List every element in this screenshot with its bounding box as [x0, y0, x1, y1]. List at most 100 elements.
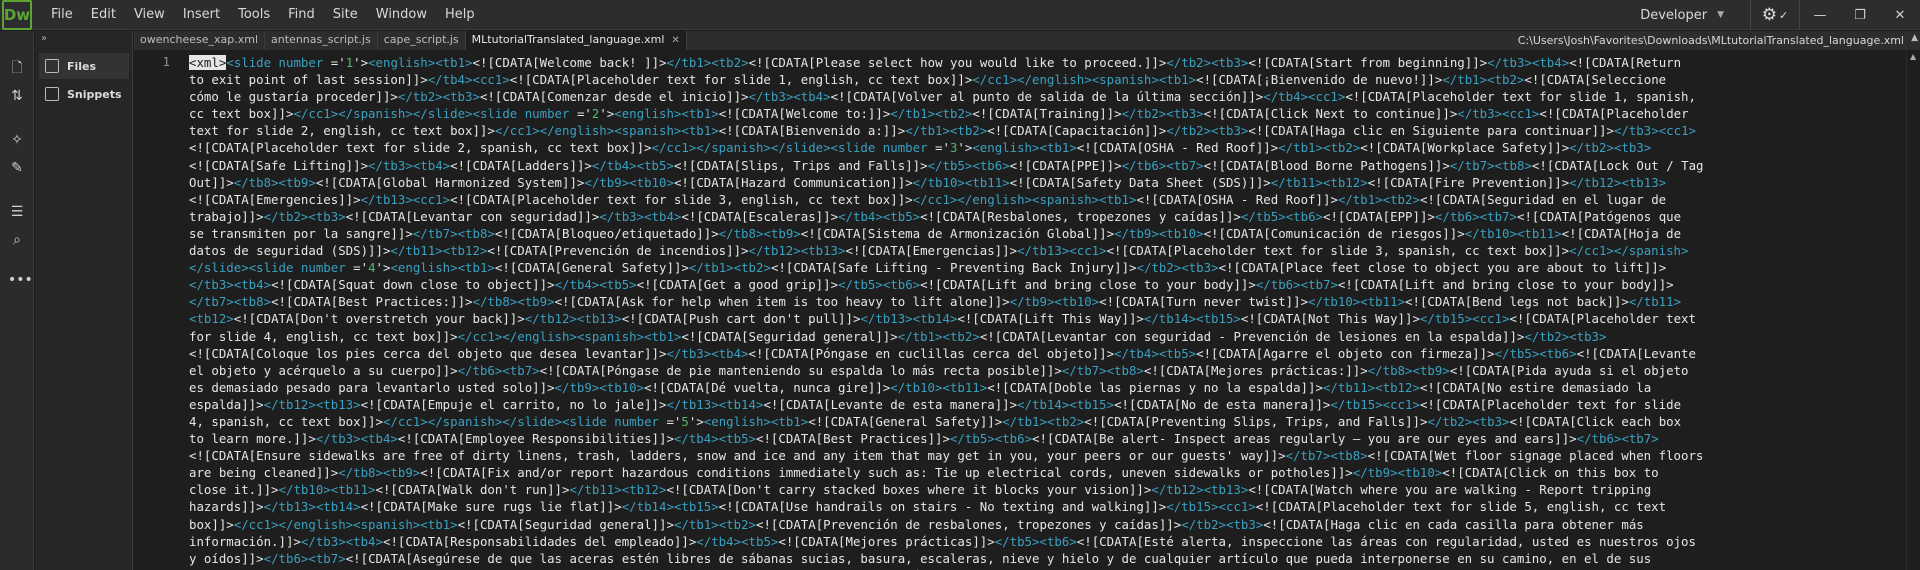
code-token: <![CDATA[Póngase de pie manteniendo su e…	[539, 362, 1062, 378]
code-token: </english>	[502, 328, 577, 344]
code-token: <![CDATA[Don't carry stacked boxes where…	[666, 482, 1152, 498]
code-token: </tb3>	[1613, 123, 1659, 139]
code-content[interactable]: <xml><slide number ='1'><english><tb1><!…	[189, 54, 1904, 570]
tab-label: cape_script.js	[383, 33, 459, 46]
code-token: <![CDATA[Volver al punto de salida de la…	[830, 89, 1264, 105]
code-token: <![CDATA[Dé vuelta, nunca gire]]>	[644, 379, 891, 395]
code-token: <![CDATA[Lock Out / Tag	[1531, 157, 1704, 173]
code-token: <![CDATA[Placeholder text for slide 1, s…	[1345, 89, 1696, 105]
code-token: <tb4>	[233, 277, 272, 293]
code-token: </tb10>	[278, 482, 331, 498]
vertical-scrollbar[interactable]: ▲	[1906, 50, 1920, 570]
workspace-switcher[interactable]: Developer ▼	[1640, 8, 1750, 23]
code-token: <tb2>	[935, 106, 973, 122]
menu-bar: Dw File Edit View Insert Tools Find Site Window…	[0, 0, 1920, 30]
code-token: <tb3>	[1226, 516, 1264, 532]
code-token: <![CDATA[Placeholder text for slide 5, e…	[1255, 499, 1667, 515]
code-token: <tb1>	[420, 516, 458, 532]
comment-icon[interactable]: ☰	[8, 203, 26, 221]
code-token: </tb4>	[673, 431, 719, 447]
code-token: <![CDATA[Levante	[1576, 345, 1696, 361]
code-token: are being cleaned]]>	[189, 465, 339, 481]
code-token: <![CDATA[General Safety]]>	[808, 413, 1003, 429]
menu-view[interactable]: View	[125, 0, 174, 30]
panel-item-snippets[interactable]: Snippets	[39, 81, 129, 107]
code-token: <tb4>	[793, 89, 831, 105]
code-token: </tb3>	[1457, 106, 1503, 122]
menu-file[interactable]: File	[42, 0, 82, 30]
code-token: <![CDATA[Asegúrese de que las aceras est…	[345, 550, 1652, 566]
code-token: <spanish>	[576, 328, 645, 344]
code-token: <tb13>	[1203, 482, 1249, 498]
code-token: <tb5>	[741, 533, 779, 549]
code-token: <tb13>	[315, 396, 361, 412]
triangle-up-icon[interactable]: ▲	[1911, 33, 1918, 43]
code-line: <tb12><![CDATA[Don't overstretch your ba…	[189, 310, 1904, 327]
menu-find[interactable]: Find	[279, 0, 324, 30]
code-token: <![CDATA[Placeholder text for slide 1, e…	[509, 72, 973, 88]
code-token: </tb5>	[1240, 208, 1286, 224]
tab-owencheese-xap-xml[interactable]: owencheese_xap.xml	[134, 31, 266, 50]
code-line: <![CDATA[Safe Lifting]]></tb3><tb4><![CD…	[189, 157, 1904, 174]
tab-cape-script-js[interactable]: cape_script.js	[378, 31, 466, 50]
code-token: <cc1>	[472, 72, 510, 88]
document-icon[interactable]: 🗋	[8, 59, 26, 77]
code-line: el objeto y acérquelo a su cuerpo]]></tb…	[189, 362, 1904, 379]
code-token: <tb10>	[1158, 225, 1204, 241]
tab-antennas-script-js[interactable]: antennas_script.js	[265, 31, 378, 50]
code-token: <tb1>	[770, 413, 809, 429]
code-token: <tb1>	[1158, 72, 1197, 88]
code-token: <tb4>	[412, 157, 451, 173]
code-token: 4, spanish, cc text box]]>	[189, 413, 383, 429]
code-token: <tb8>	[1106, 362, 1144, 378]
close-button[interactable]: ✕	[1880, 0, 1920, 30]
code-token: </tb5>	[927, 157, 973, 173]
code-token: <tb6>	[994, 431, 1033, 447]
collapse-icon[interactable]: ››	[41, 33, 47, 44]
code-token: <spanish>	[614, 123, 682, 139]
close-tab-icon[interactable]: ✕	[671, 32, 679, 50]
menu-tools[interactable]: Tools	[229, 0, 279, 30]
transfer-icon[interactable]: ⇅	[8, 87, 26, 105]
code-token: <![CDATA[No de esta manera]]>	[1114, 396, 1331, 412]
brush-icon[interactable]: ✎	[8, 159, 26, 177]
code-token: <tb3>	[1211, 123, 1249, 139]
menu-window[interactable]: Window	[367, 0, 436, 30]
gear-button[interactable]: ⚙ ✓	[1751, 5, 1799, 25]
code-token: <tb15>	[1069, 396, 1115, 412]
wand-icon[interactable]: ✧	[8, 131, 26, 149]
menu-site[interactable]: Site	[324, 0, 367, 30]
menu-help[interactable]: Help	[436, 0, 484, 30]
code-token: <english>	[368, 55, 436, 70]
code-token: <![CDATA[Comenzar desde el inicio]]>	[479, 89, 749, 105]
code-token: </tb13>	[263, 499, 316, 515]
scroll-up-icon[interactable]: ▲	[1910, 52, 1916, 61]
code-token: <![CDATA[Levante de esta manera]]>	[763, 396, 1018, 412]
code-token: <tb11>	[1516, 225, 1562, 241]
more-icon[interactable]: •••	[8, 271, 33, 289]
code-token: <tb10>	[1397, 465, 1443, 481]
code-editor[interactable]: 1 <xml><slide number ='1'><english><tb1>…	[134, 50, 1906, 570]
code-token: '>	[957, 140, 973, 156]
menu-edit[interactable]: Edit	[82, 0, 125, 30]
gear-icon: ⚙	[1761, 5, 1778, 25]
inspect-icon[interactable]: ⌕	[8, 231, 26, 249]
panel-item-files[interactable]: Files	[39, 53, 129, 79]
code-token: <slide	[472, 106, 525, 122]
restore-button[interactable]: ❐	[1840, 0, 1880, 30]
code-token: <tb15>	[673, 499, 719, 515]
code-token: <![CDATA[Watch where you are walking - R…	[1248, 482, 1652, 498]
code-token: <![CDATA[Esté alerta, inspeccione las ár…	[1076, 533, 1696, 549]
code-token: el objeto y acérquelo a su cuerpo]]>	[189, 362, 458, 378]
code-line: se transmiten por la sangre]]></tb7><tb8…	[189, 225, 1904, 242]
minimize-button[interactable]: —	[1800, 0, 1840, 30]
code-token: </tb6>	[1121, 157, 1167, 173]
menu-insert[interactable]: Insert	[174, 0, 229, 30]
code-token: </spanish>	[1613, 243, 1689, 259]
code-token: <![CDATA[Place feet close to object you …	[1218, 260, 1667, 276]
code-token: </tb1>	[1337, 191, 1383, 207]
tab-mltutorialtranslated-language-xml[interactable]: MLtutorialTranslated_language.xml ✕	[465, 31, 687, 50]
workspace-label: Developer	[1640, 7, 1708, 23]
code-token: number	[278, 55, 324, 70]
code-token: <![CDATA[Wet floor signage placed when f…	[1367, 448, 1704, 464]
